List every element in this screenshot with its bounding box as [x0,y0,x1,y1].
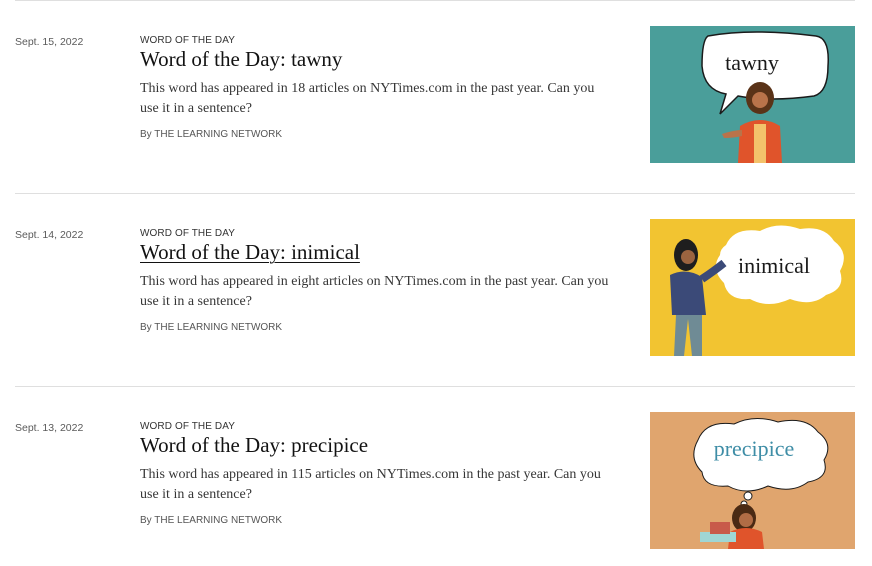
byline-prefix: By [140,515,152,526]
top-divider [15,0,855,1]
byline-author: THE LEARNING NETWORK [154,322,283,333]
byline-author: THE LEARNING NETWORK [154,129,283,140]
article-summary: This word has appeared in 115 articles o… [140,467,601,502]
article-byline: By THE LEARNING NETWORK [140,129,282,140]
article-byline: By THE LEARNING NETWORK [140,515,282,526]
article-divider [15,193,855,194]
article-kicker: WORD OF THE DAY [140,35,236,46]
article-item: Sept. 14, 2022 WORD OF THE DAY Word of t… [0,219,872,359]
article-summary: This word has appeared in eight articles… [140,274,609,309]
article-thumbnail[interactable]: tawny [650,26,855,163]
thumbnail-word: inimical [738,253,810,278]
article-date: Sept. 14, 2022 [15,229,84,241]
article-thumbnail[interactable]: precipice [650,412,855,549]
article-summary: This word has appeared in 18 articles on… [140,81,595,116]
byline-prefix: By [140,322,152,333]
thumbnail-word: tawny [725,50,779,75]
article-item: Sept. 13, 2022 WORD OF THE DAY Word of t… [0,412,872,552]
article-headline-link[interactable]: Word of the Day: precipice [140,433,368,458]
article-date: Sept. 13, 2022 [15,422,84,434]
article-divider [15,386,855,387]
article-kicker: WORD OF THE DAY [140,228,236,239]
article-date: Sept. 15, 2022 [15,36,84,48]
byline-author: THE LEARNING NETWORK [154,515,283,526]
article-byline: By THE LEARNING NETWORK [140,322,282,333]
thumbnail-word: precipice [714,436,795,461]
article-thumbnail[interactable]: inimical [650,219,855,356]
article-headline-link[interactable]: Word of the Day: inimical [140,240,360,265]
article-item: Sept. 15, 2022 WORD OF THE DAY Word of t… [0,26,872,166]
article-kicker: WORD OF THE DAY [140,421,236,432]
byline-prefix: By [140,129,152,140]
article-headline-link[interactable]: Word of the Day: tawny [140,47,342,72]
